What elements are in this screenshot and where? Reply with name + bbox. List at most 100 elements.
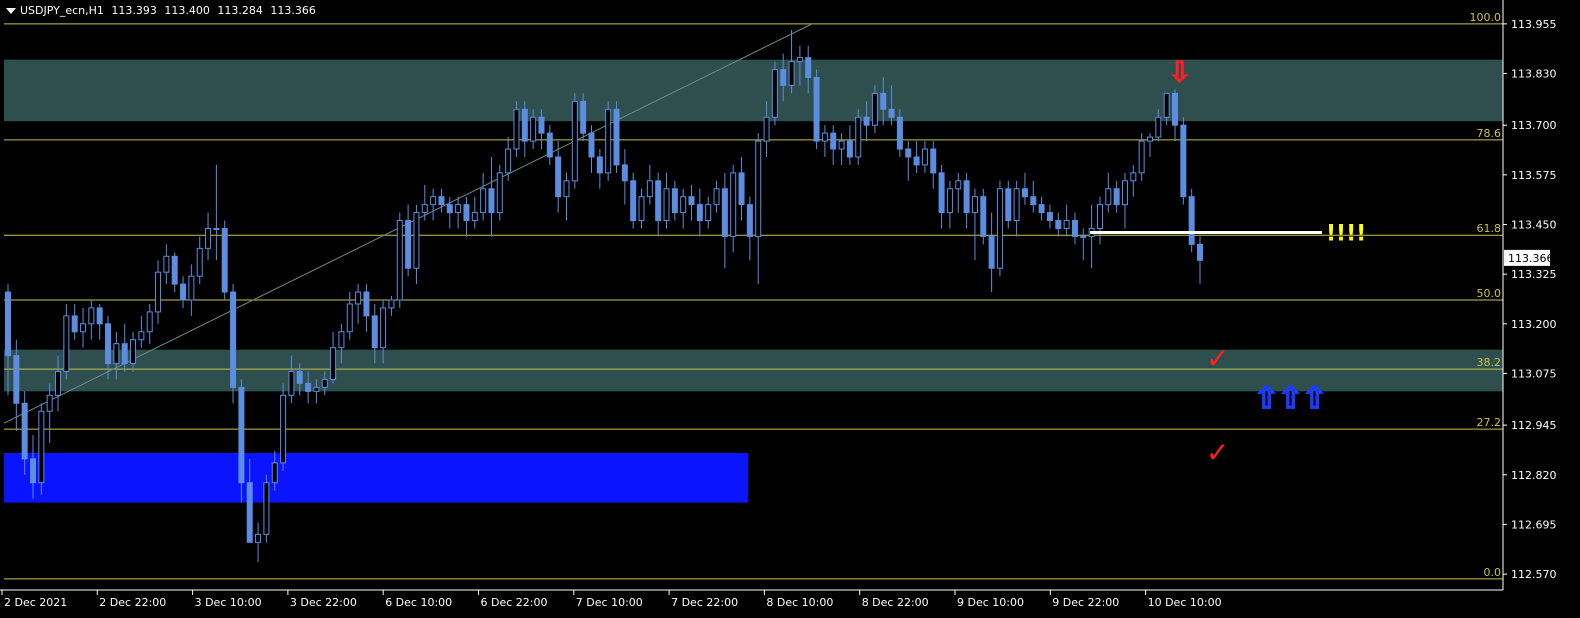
symbol-menu-icon[interactable]: [6, 8, 16, 14]
candle-body: [471, 212, 478, 222]
candle-body: [988, 235, 995, 269]
candle-body: [955, 180, 962, 190]
candle-body: [338, 331, 345, 349]
candle-body: [605, 108, 612, 174]
y-tick-label: 113.955: [1511, 18, 1557, 31]
candle-body: [630, 180, 637, 222]
candle-body: [705, 204, 712, 222]
y-tick-label: 113.450: [1511, 219, 1557, 232]
candle-body: [880, 92, 887, 110]
candle-body: [463, 204, 470, 222]
candle-body: [671, 188, 678, 214]
candle-body: [646, 180, 653, 198]
x-tick-label: 6 Dec 22:00: [481, 596, 548, 609]
candle-body: [355, 291, 362, 305]
candle-body: [821, 132, 828, 142]
candle-body: [455, 204, 462, 214]
candle-body: [513, 108, 520, 150]
candle-body: [1138, 140, 1145, 174]
candle-body: [888, 108, 895, 118]
candle-body: [371, 315, 378, 349]
candle-body: [1105, 188, 1112, 206]
candle-body: [930, 148, 937, 174]
x-tick-label: 9 Dec 10:00: [957, 596, 1024, 609]
candle-body: [580, 100, 587, 134]
candle-body: [196, 247, 203, 277]
candle-body: [921, 148, 928, 166]
candle-body: [330, 347, 337, 380]
candle-body: [621, 164, 628, 182]
candle-body: [738, 172, 745, 206]
candle-body: [30, 458, 37, 484]
fib-label: 61.8: [1477, 222, 1502, 235]
y-tick-label: 113.830: [1511, 68, 1557, 81]
candle-body: [438, 196, 445, 206]
x-tick-label: 3 Dec 22:00: [290, 596, 357, 609]
candle-body: [213, 227, 220, 230]
candle-body: [805, 57, 812, 79]
candle-body: [180, 283, 187, 301]
candle-body: [730, 172, 737, 237]
candle-body: [146, 311, 153, 333]
candle-body: [1155, 116, 1162, 138]
candle-body: [1146, 136, 1153, 142]
candle-body: [1063, 220, 1070, 229]
candle-body: [296, 370, 303, 384]
up-arrow-icon: ⇧: [1278, 381, 1303, 416]
candle-body: [205, 227, 212, 249]
candle-body: [571, 100, 578, 182]
candle-body: [771, 69, 778, 118]
chart-header: USDJPY_ecn,H1 113.393 113.400 113.284 11…: [6, 4, 320, 17]
candle-body: [138, 331, 145, 341]
x-tick-label: 3 Dec 10:00: [195, 596, 262, 609]
candle-body: [505, 148, 512, 174]
candle-body: [55, 370, 62, 396]
candle-body: [521, 108, 528, 142]
candle-body: [796, 57, 803, 63]
candle-body: [496, 172, 503, 214]
candle-body: [613, 108, 620, 166]
candle-body: [121, 343, 128, 365]
candle-body: [696, 204, 703, 222]
candle-body: [155, 271, 162, 313]
check-mark-icon: ✓: [1206, 436, 1229, 469]
candle-body: [688, 196, 695, 206]
candle-body: [838, 140, 845, 150]
y-tick-label: 112.945: [1511, 419, 1557, 432]
x-tick-label: 2 Dec 22:00: [99, 596, 166, 609]
y-tick-label: 113.200: [1511, 318, 1557, 331]
candle-body: [680, 196, 687, 214]
candle-body: [96, 307, 103, 325]
y-tick-label: 113.700: [1511, 119, 1557, 132]
candle-body: [113, 343, 120, 365]
fib-label: 78.6: [1477, 127, 1502, 140]
candle-body: [388, 299, 395, 309]
y-tick-label: 113.575: [1511, 169, 1557, 182]
symbol-label: USDJPY_ecn,H1: [20, 4, 104, 17]
candle-body: [188, 275, 195, 301]
candle-body: [1188, 196, 1195, 245]
candle-body: [1055, 220, 1062, 229]
candle-body: [938, 172, 945, 214]
fib-label: 27.2: [1477, 416, 1502, 429]
x-tick-label: 8 Dec 10:00: [766, 596, 833, 609]
candle-body: [480, 188, 487, 214]
candle-body: [871, 92, 878, 126]
x-tick-label: 8 Dec 22:00: [862, 596, 929, 609]
candle-body: [546, 132, 553, 158]
alert-text: !!!!: [1326, 221, 1366, 246]
candle-body: [1038, 204, 1045, 214]
candle-body: [263, 482, 270, 535]
candle-body: [905, 148, 912, 158]
chart-canvas: 100.078.661.850.038.227.20.0!!!!⇩⇧⇧⇧✓✓11…: [0, 0, 1557, 609]
candle-body: [305, 382, 312, 392]
candle-body: [63, 315, 70, 372]
candle-body: [563, 180, 570, 198]
candle-body: [713, 188, 720, 206]
candle-body: [1080, 235, 1087, 238]
x-tick-label: 6 Dec 10:00: [385, 596, 452, 609]
candle-body: [396, 220, 403, 301]
candle-body: [488, 188, 495, 214]
x-tick-label: 10 Dec 10:00: [1148, 596, 1222, 609]
close-value: 113.366: [270, 4, 316, 17]
